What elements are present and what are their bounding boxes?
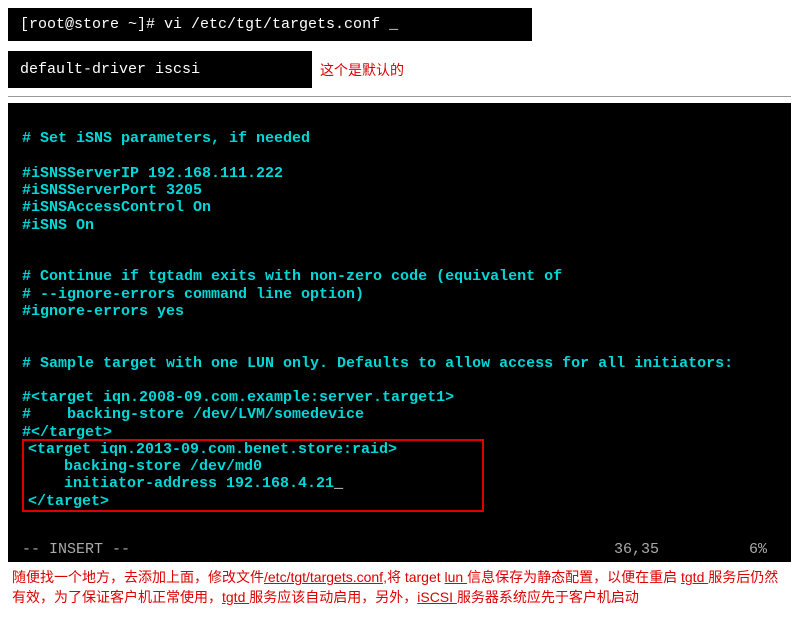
- vi-editor-screen: # Set iSNS parameters, if needed #iSNSSe…: [8, 103, 791, 562]
- explanation-paragraph: 随便找一个地方，去添加上面，修改文件/etc/tgt/targets.conf,…: [8, 566, 791, 609]
- editor-line: # Sample target with one LUN only. Defau…: [22, 355, 733, 372]
- para-text: 服务器系统应先于客户机启动: [457, 589, 639, 605]
- editor-line: #ignore-errors yes: [22, 303, 184, 320]
- para-text: 信息保存为静态配置，以便在重启: [467, 569, 681, 585]
- editor-new-line: <target iqn.2013-09.com.benet.store:raid…: [28, 441, 397, 458]
- vi-scroll-pct: 6%: [749, 541, 767, 558]
- shell-prompt: [root@store ~]#: [20, 16, 164, 33]
- vi-cursor-pos: 36,35: [614, 541, 659, 558]
- para-text: 服务应该自动启用，另外，: [249, 589, 417, 605]
- editor-line: #iSNSServerPort 3205: [22, 182, 202, 199]
- editor-line: #</target>: [22, 424, 112, 441]
- editor-line: # Continue if tgtadm exits with non-zero…: [22, 268, 562, 285]
- editor-line: #iSNSServerIP 192.168.111.222: [22, 165, 283, 182]
- para-text: ,将 target: [383, 569, 444, 585]
- editor-new-line: backing-store /dev/md0: [28, 458, 262, 475]
- annotation-default: 这个是默认的: [320, 60, 404, 80]
- editor-line: #iSNS On: [22, 217, 94, 234]
- shell-command: vi /etc/tgt/targets.conf _: [164, 16, 398, 33]
- para-text: 随便找一个地方，去添加上面，修改文件: [12, 569, 264, 585]
- highlighted-config-box: <target iqn.2013-09.com.benet.store:raid…: [22, 439, 484, 512]
- config-directive-block: default-driver iscsi: [8, 51, 312, 88]
- editor-new-line: </target>: [28, 493, 109, 510]
- editor-line: #<target iqn.2008-09.com.example:server.…: [22, 389, 454, 406]
- editor-line: # backing-store /dev/LVM/somedevice: [22, 406, 364, 423]
- para-link-tgtd: tgtd: [681, 569, 708, 585]
- editor-new-line: initiator-address 192.168.4.21: [28, 475, 334, 492]
- editor-line: # Set iSNS parameters, if needed: [22, 130, 310, 147]
- cursor: _: [334, 475, 343, 492]
- config-line: default-driver iscsi: [20, 61, 200, 78]
- separator: [8, 96, 791, 97]
- vi-mode: -- INSERT --: [22, 541, 130, 558]
- para-link-conf: /etc/tgt/targets.conf: [264, 569, 383, 585]
- vi-status-line: -- INSERT -- 36,35 6%: [22, 541, 777, 558]
- editor-line: #iSNSAccessControl On: [22, 199, 211, 216]
- para-underline-lun: lun: [445, 569, 468, 585]
- para-link-iscsi: iSCSI: [417, 589, 457, 605]
- terminal-command-block: [root@store ~]# vi /etc/tgt/targets.conf…: [8, 8, 532, 41]
- para-link-tgtd2: tgtd: [222, 589, 249, 605]
- editor-line: # --ignore-errors command line option): [22, 286, 364, 303]
